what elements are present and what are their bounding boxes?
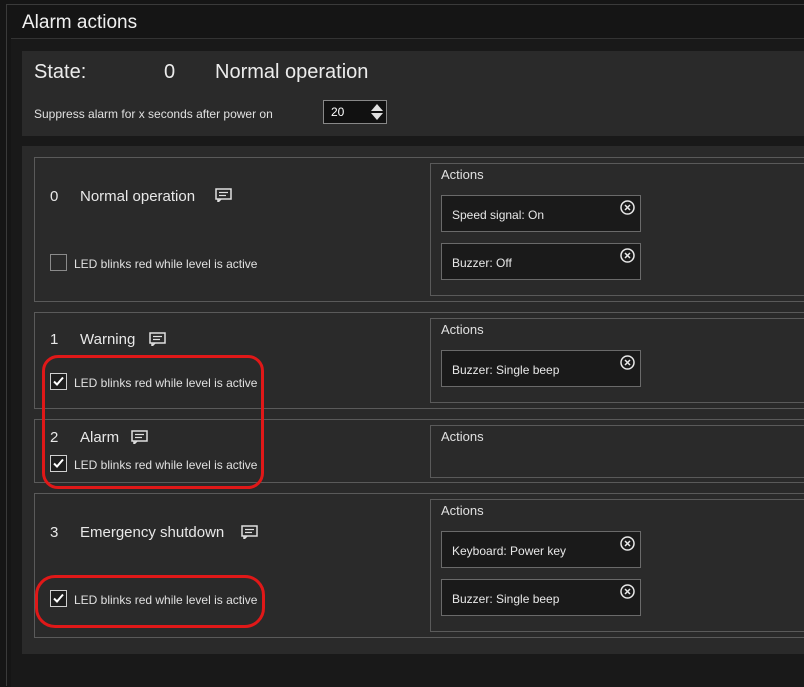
led-blink-label: LED blinks red while level is active — [74, 257, 258, 271]
action-item[interactable]: Keyboard: Power key — [441, 531, 641, 568]
actions-box: Actions Keyboard: Power key Buzzer: Sing… — [430, 499, 804, 632]
window-title: Alarm actions — [22, 12, 138, 33]
actions-title: Actions — [441, 167, 484, 182]
remove-action-icon[interactable] — [620, 584, 635, 599]
action-label: Speed signal: On — [452, 208, 545, 222]
level-name: Normal operation — [80, 188, 196, 205]
actions-title: Actions — [441, 322, 484, 337]
spin-up-icon[interactable] — [371, 104, 383, 111]
level-name: Emergency shutdown — [80, 524, 225, 541]
state-number: 0 — [164, 61, 176, 83]
led-blink-checkbox[interactable] — [50, 254, 67, 271]
remove-action-icon[interactable] — [620, 248, 635, 263]
highlight-ring-warning-alarm — [42, 355, 264, 489]
action-item[interactable]: Buzzer: Off — [441, 243, 641, 280]
actions-box: Actions Buzzer: Single beep — [430, 318, 804, 403]
remove-action-icon[interactable] — [620, 355, 635, 370]
suppress-seconds-value[interactable]: 20 — [331, 105, 344, 119]
level-number: 1 — [50, 331, 59, 348]
action-item[interactable]: Buzzer: Single beep — [441, 350, 641, 387]
action-label: Buzzer: Off — [452, 256, 512, 270]
state-name: Normal operation — [215, 61, 369, 83]
remove-action-icon[interactable] — [620, 200, 635, 215]
highlight-ring-emergency — [35, 575, 265, 628]
actions-box: Actions — [430, 425, 804, 478]
suppress-seconds-spinbox[interactable]: 20 — [323, 100, 387, 124]
spin-down-icon[interactable] — [371, 113, 383, 120]
remove-action-icon[interactable] — [620, 536, 635, 551]
action-label: Buzzer: Single beep — [452, 592, 560, 606]
actions-title: Actions — [441, 429, 484, 444]
comment-icon[interactable] — [149, 332, 166, 346]
actions-box: Actions Speed signal: On Buzzer: Off — [430, 163, 804, 296]
level-number: 0 — [50, 188, 59, 205]
level-name: Warning — [80, 331, 136, 348]
comment-icon[interactable] — [241, 525, 258, 539]
state-panel — [22, 51, 804, 136]
state-label: State: — [34, 61, 87, 83]
action-item[interactable]: Speed signal: On — [441, 195, 641, 232]
suppress-label: Suppress alarm for x seconds after power… — [34, 107, 273, 121]
action-label: Buzzer: Single beep — [452, 363, 560, 377]
action-label: Keyboard: Power key — [452, 544, 567, 558]
comment-icon[interactable] — [215, 188, 232, 202]
action-item[interactable]: Buzzer: Single beep — [441, 579, 641, 616]
level-number: 3 — [50, 524, 59, 541]
actions-title: Actions — [441, 503, 484, 518]
